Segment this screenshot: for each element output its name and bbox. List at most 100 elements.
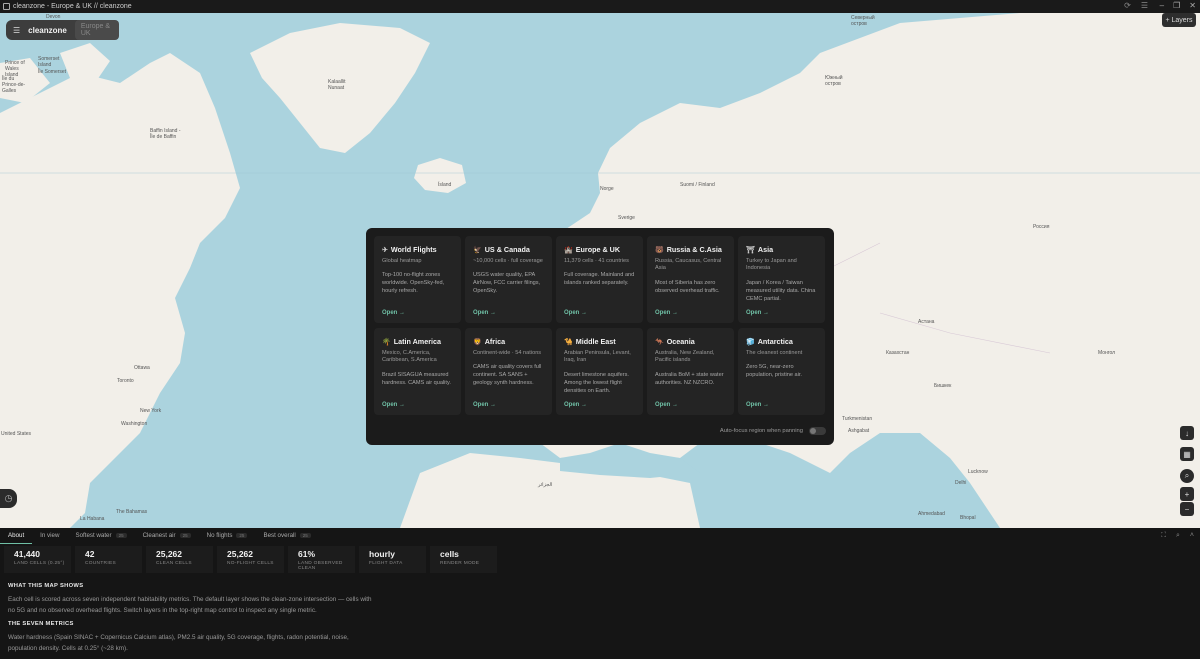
open-link[interactable]: Open → — [655, 310, 678, 316]
tab-count: 25 — [236, 533, 248, 538]
region-description: Most of Siberia has zero observed overhe… — [655, 279, 720, 294]
open-link[interactable]: Open → — [564, 402, 587, 408]
open-link[interactable]: Open → — [382, 402, 405, 408]
open-link[interactable]: Open → — [473, 310, 496, 316]
tab-softest-water[interactable]: Softest water 25 — [67, 528, 134, 544]
zoom-in-button[interactable]: + — [1180, 487, 1194, 501]
menu-icon[interactable]: ☰ — [1141, 1, 1148, 10]
map-label: Bhopal — [960, 515, 976, 521]
map-label: Россия — [1033, 224, 1050, 230]
open-link[interactable]: Open → — [655, 402, 678, 408]
kangaroo-icon: 🦘 — [655, 338, 664, 346]
brand-menu[interactable]: ☰ cleanzone Europe & UK — [6, 20, 119, 40]
hamburger-icon[interactable]: ☰ — [13, 26, 20, 35]
map-label: Бишкек — [934, 383, 952, 389]
map-label: United States — [1, 431, 32, 437]
extension-icon[interactable]: ⟳ — [1124, 1, 1131, 10]
region-title: Antarctica — [757, 337, 793, 346]
tab-about[interactable]: About — [0, 528, 33, 544]
open-link[interactable]: Open → — [746, 402, 769, 408]
stat-card: hourly Flight data — [359, 546, 426, 573]
stat-value: 42 — [85, 549, 95, 559]
app-icon — [3, 3, 10, 10]
region-card-africa[interactable]: 🦁 Africa Continent-wide · 54 nations CAMS… — [465, 328, 552, 415]
map-label: Île du Prince-de-Galles — [2, 76, 26, 94]
stat-card: 25,262 No-flight cells — [217, 546, 284, 573]
region-subtitle: Turkey to Japan and Indonesia — [746, 258, 797, 272]
region-subtitle: ~10,000 cells · full coverage — [473, 258, 543, 264]
stat-value: 25,262 — [156, 549, 182, 559]
zoom-out-button[interactable]: − — [1180, 502, 1194, 516]
download-icon: ↓ — [1185, 428, 1189, 438]
autofocus-label: Auto-focus region when panning — [719, 428, 803, 434]
panel-controls: ⛶ ⌕ ˄ — [1161, 532, 1194, 540]
search-icon[interactable]: ⌕ — [1176, 532, 1180, 540]
region-card-middle-east[interactable]: 🐪 Middle East Arabian Peninsula, Levant, … — [556, 328, 643, 415]
castle-icon: 🏰 — [564, 246, 573, 254]
region-card-asia[interactable]: ⛩ Asia Turkey to Japan and Indonesia Japa… — [738, 236, 825, 323]
stat-value: 25,262 — [227, 549, 253, 559]
map-label: Delhi — [955, 480, 967, 486]
tab-no-flights[interactable]: No flights 25 — [199, 528, 256, 544]
region-title: Middle East — [575, 337, 616, 346]
region-card-russia-casia[interactable]: 🐻 Russia & C.Asia Russia, Caucasus, Centr… — [647, 236, 734, 323]
region-card-europe-uk[interactable]: 🏰 Europe & UK 11,379 cells · 41 countries… — [556, 236, 643, 323]
region-card-world-flights[interactable]: ✈ World Flights Global heatmap Top-100 no… — [374, 236, 461, 323]
autofocus-toggle[interactable] — [809, 427, 826, 435]
tab-cleanest-air[interactable]: Cleanest air 25 — [135, 528, 199, 544]
region-card-latin-america[interactable]: 🌴 Latin America Mexico, C.America, Caribb… — [374, 328, 461, 415]
map-label: Suomi / Finland — [680, 182, 715, 188]
map-label: Монгол — [1098, 350, 1116, 356]
stat-label: Land cells (0.25°) — [14, 561, 65, 566]
map-label: Toronto — [117, 378, 134, 384]
region-description: CAMS air quality covers full continent. … — [473, 364, 542, 387]
open-link[interactable]: Open → — [473, 402, 496, 408]
map-label: Казахстан — [886, 350, 910, 356]
stat-label: Render mode — [440, 561, 480, 566]
tab-in-view[interactable]: In view — [32, 528, 67, 544]
stat-value: 61% — [298, 549, 316, 559]
map-label: The Bahamas — [116, 509, 148, 515]
stat-value: hourly — [369, 549, 395, 559]
map-label: New York — [140, 408, 162, 414]
tab-label: Softest water — [75, 532, 112, 539]
grid-button[interactable]: ▦ — [1180, 447, 1194, 461]
layers-button[interactable]: + Layers — [1162, 13, 1196, 27]
stats-row: 41,440 Land cells (0.25°) 42 Countries 25,… — [4, 546, 497, 573]
map-label: Turkmenistan — [842, 416, 873, 422]
map-label: Lucknow — [968, 469, 988, 475]
open-link[interactable]: Open → — [382, 310, 405, 316]
close-icon[interactable]: ✕ — [1189, 1, 1196, 10]
expand-icon[interactable]: ⛶ — [1161, 532, 1166, 540]
region-card-oceania[interactable]: 🦘 Oceania Australia, New Zealand, Pacific… — [647, 328, 734, 415]
map-label: Kalaallit Nunaat — [328, 79, 346, 91]
current-region[interactable]: Europe & UK — [74, 20, 119, 40]
region-description: Top-100 no-flight zones worldwide. OpenS… — [382, 272, 445, 295]
tab-label: About — [8, 532, 25, 539]
region-description: Desert limestone aquifers. Among the low… — [564, 371, 629, 394]
tab-count: 25 — [179, 533, 191, 538]
region-subtitle: 11,379 cells · 41 countries — [564, 258, 629, 264]
stat-value: cells — [440, 549, 459, 559]
search-button[interactable]: ⌕ — [1180, 469, 1194, 483]
tab-label: Cleanest air — [142, 532, 176, 539]
autofocus-setting: Auto-focus region when panning — [720, 427, 826, 435]
region-title: Africa — [484, 337, 506, 346]
stat-label: Land observed clean — [298, 561, 343, 571]
map-label: الجزائر — [538, 482, 553, 488]
section-body: Water hardness (Spain SINAC + Copernicus… — [8, 634, 349, 653]
info-panel: About In view Softest water 25 Cleanest a… — [0, 528, 1200, 659]
region-subtitle: Continent-wide · 54 nations — [473, 350, 542, 356]
history-button[interactable]: ◷ — [0, 489, 17, 508]
tab-best-overall[interactable]: Best overall 25 — [255, 528, 318, 544]
section-title: THE SEVEN METRICS — [8, 621, 74, 627]
region-card-antarctica[interactable]: 🧊 Antarctica The cleanest continent Zero … — [738, 328, 825, 415]
open-link[interactable]: Open → — [564, 310, 587, 316]
region-title: Asia — [757, 245, 774, 254]
download-button[interactable]: ↓ — [1180, 426, 1194, 440]
minimize-icon[interactable]: – — [1160, 1, 1164, 10]
region-card-us-canada[interactable]: 🦅 US & Canada ~10,000 cells · full covera… — [465, 236, 552, 323]
open-link[interactable]: Open → — [746, 310, 769, 316]
maximize-icon[interactable]: ❐ — [1173, 1, 1180, 10]
chevron-up-icon[interactable]: ˄ — [1190, 532, 1194, 540]
